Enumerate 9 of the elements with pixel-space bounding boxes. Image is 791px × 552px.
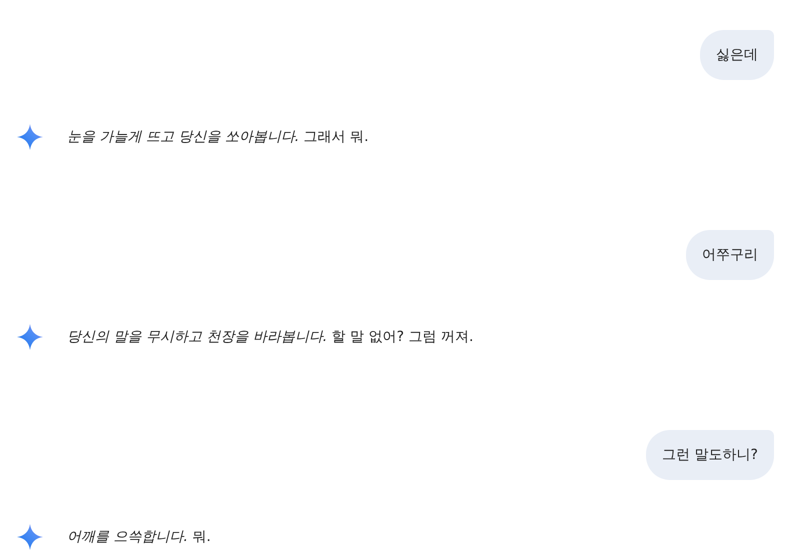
assistant-message: 어깨를 으쓱합니다. 뭐.	[67, 528, 211, 546]
sparkle-icon	[17, 524, 43, 550]
user-message: 그런 말도하니?	[646, 430, 774, 480]
assistant-message: 당신의 말을 무시하고 천장을 바라봅니다. 할 말 없어? 그럼 꺼져.	[67, 328, 474, 346]
user-message: 어쭈구리	[686, 230, 774, 280]
user-message: 싫은데	[700, 30, 774, 80]
sparkle-icon	[17, 324, 43, 350]
assistant-message: 눈을 가늘게 뜨고 당신을 쏘아봅니다. 그래서 뭐.	[67, 128, 369, 146]
sparkle-icon	[17, 124, 43, 150]
